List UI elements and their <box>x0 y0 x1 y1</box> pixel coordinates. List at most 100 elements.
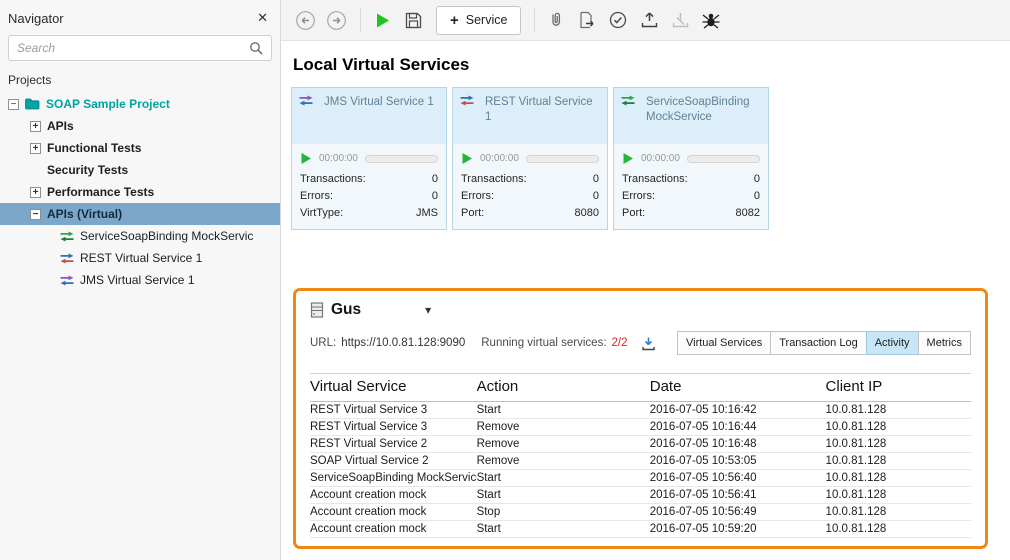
tab-transaction-log[interactable]: Transaction Log <box>770 331 867 355</box>
activity-row[interactable]: Account creation mock Start 2016-07-05 10:… <box>310 487 971 504</box>
cell-client-ip: 10.0.81.128 <box>825 522 887 535</box>
back-button[interactable] <box>291 6 319 34</box>
column-header-date[interactable]: Date <box>650 378 826 395</box>
upload-icon[interactable] <box>635 6 663 34</box>
collapse-icon[interactable]: − <box>30 208 41 220</box>
cell-client-ip: 10.0.81.128 <box>825 437 887 450</box>
uptime-value: 00:00:00 <box>319 153 358 164</box>
server-icon <box>310 302 324 318</box>
close-icon[interactable]: ✕ <box>257 10 268 26</box>
tree-item-jms-virtual-service-1[interactable]: JMS Virtual Service 1 <box>0 269 280 291</box>
tree-item-apis-virtual[interactable]: − APIs (Virtual) <box>0 203 280 225</box>
stat-value: 0 <box>431 190 438 202</box>
cell-action: Stop <box>476 505 501 518</box>
card-servicesoapbinding-mockservice[interactable]: ServiceSoapBinding MockService 00:00:00 … <box>613 87 769 230</box>
toolbar-separator <box>534 8 536 32</box>
play-button[interactable] <box>622 152 634 165</box>
column-header-virtual-service[interactable]: Virtual Service <box>310 378 477 395</box>
attach-icon[interactable] <box>542 6 570 34</box>
cell-service: Account creation mock <box>310 505 427 518</box>
validate-icon[interactable] <box>604 6 632 34</box>
expand-icon[interactable]: + <box>30 186 41 198</box>
expand-icon[interactable]: + <box>30 142 41 154</box>
url-label: URL: <box>310 337 337 349</box>
stat-value: 0 <box>753 173 760 185</box>
card-header: ServiceSoapBinding MockService <box>614 88 768 144</box>
activity-row[interactable]: REST Virtual Service 3 Start 2016-07-05 10… <box>310 402 971 419</box>
cell-client-ip: 10.0.81.128 <box>825 403 887 416</box>
stat-label: VirtType: <box>300 207 344 219</box>
export-icon[interactable] <box>573 6 601 34</box>
agent-name: Gus <box>331 301 362 318</box>
download-icon[interactable] <box>666 6 694 34</box>
tree-item-apis[interactable]: + APIs <box>0 115 280 137</box>
tree-item-rest-virtual-service-1[interactable]: REST Virtual Service 1 <box>0 247 280 269</box>
navigator-header: Navigator ✕ <box>0 8 280 26</box>
card-stats: Transactions: 0 Errors: 0 Port: 8082 <box>614 171 768 229</box>
progress-bar <box>525 154 599 163</box>
toolbar-separator <box>360 8 361 32</box>
stat-value: 0 <box>431 173 438 185</box>
uptime-value: 00:00:00 <box>480 153 519 164</box>
running-services-count: 2/2 <box>611 337 628 349</box>
cell-client-ip: 10.0.81.128 <box>825 471 887 484</box>
expand-icon[interactable]: + <box>30 120 41 132</box>
cell-action: Remove <box>476 437 520 450</box>
card-jms-virtual-service-1[interactable]: JMS Virtual Service 1 00:00:00 Transacti… <box>291 87 447 230</box>
cell-date: 2016-07-05 10:53:05 <box>649 454 757 467</box>
cell-client-ip: 10.0.81.128 <box>825 420 887 433</box>
collapse-icon[interactable]: − <box>8 98 19 110</box>
chevron-down-icon: ▾ <box>425 303 432 317</box>
navigator-title: Navigator <box>8 10 64 26</box>
virtual-service-icon <box>621 95 635 106</box>
project-tree: − SOAP Sample Project + APIs + Functiona… <box>0 93 280 291</box>
activity-row[interactable]: REST Virtual Service 2 Remove 2016-07-05 1… <box>310 436 971 453</box>
play-button[interactable] <box>300 152 312 165</box>
save-button[interactable] <box>399 6 427 34</box>
add-service-button[interactable]: + Service <box>436 5 522 35</box>
column-header-client-ip[interactable]: Client IP <box>826 378 971 395</box>
run-button[interactable] <box>368 6 396 34</box>
cell-date: 2016-07-05 10:56:40 <box>649 471 757 484</box>
card-run-row: 00:00:00 <box>453 144 607 171</box>
node-label: APIs <box>47 119 74 133</box>
cell-date: 2016-07-05 10:16:48 <box>649 437 757 450</box>
tree-item-functional-tests[interactable]: + Functional Tests <box>0 137 280 159</box>
cell-service: REST Virtual Service 3 <box>310 403 428 416</box>
column-header-action[interactable]: Action <box>477 378 650 395</box>
activity-row[interactable]: Account creation mock Start 2016-07-05 10:… <box>310 521 971 538</box>
card-stats: Transactions: 0 Errors: 0 Port: 8080 <box>453 171 607 229</box>
card-rest-virtual-service-1[interactable]: REST Virtual Service 1 00:00:00 Transact… <box>452 87 608 230</box>
toolbar: + Service <box>281 0 1010 41</box>
tree-item-servicesoapbinding-mockservice[interactable]: ServiceSoapBinding MockServic <box>0 225 280 247</box>
tab-activity[interactable]: Activity <box>865 331 919 355</box>
agent-selector-dropdown[interactable]: Gus ▾ <box>310 301 431 319</box>
cell-action: Start <box>476 403 501 416</box>
search-input[interactable] <box>17 41 249 55</box>
card-run-row: 00:00:00 <box>614 144 768 171</box>
running-services-label: Running virtual services: <box>481 337 607 349</box>
card-title: ServiceSoapBinding MockService <box>646 96 750 123</box>
activity-row[interactable]: ServiceSoapBinding MockService Start 2016-… <box>310 470 971 487</box>
activity-row[interactable]: SOAP Virtual Service 2 Remove 2016-07-05 1… <box>310 453 971 470</box>
stat-value: JMS <box>416 207 438 219</box>
activity-row[interactable]: Account creation mock Stop 2016-07-05 10:5… <box>310 504 971 521</box>
card-stats: Transactions: 0 Errors: 0 VirtType: JMS <box>292 171 446 229</box>
cell-service: Account creation mock <box>310 488 427 501</box>
tab-virtual-services[interactable]: Virtual Services <box>677 331 772 355</box>
play-button[interactable] <box>461 152 473 165</box>
activity-row[interactable]: REST Virtual Service 3 Remove 2016-07-05 1… <box>310 419 971 436</box>
discover-spider-icon[interactable] <box>697 6 725 34</box>
cell-client-ip: 10.0.81.128 <box>825 488 887 501</box>
stat-value: 8080 <box>574 207 599 219</box>
tab-metrics[interactable]: Metrics <box>917 331 971 355</box>
stat-label: Transactions: <box>622 173 688 185</box>
tree-item-soap-sample-project[interactable]: − SOAP Sample Project <box>0 93 280 115</box>
agent-download-icon[interactable] <box>641 336 656 351</box>
forward-button[interactable] <box>322 6 350 34</box>
tree-item-performance-tests[interactable]: + Performance Tests <box>0 181 280 203</box>
card-title: JMS Virtual Service 1 <box>324 96 434 108</box>
uptime-value: 00:00:00 <box>641 153 680 164</box>
tree-item-security-tests[interactable]: Security Tests <box>0 159 280 181</box>
cell-client-ip: 10.0.81.128 <box>825 505 887 518</box>
